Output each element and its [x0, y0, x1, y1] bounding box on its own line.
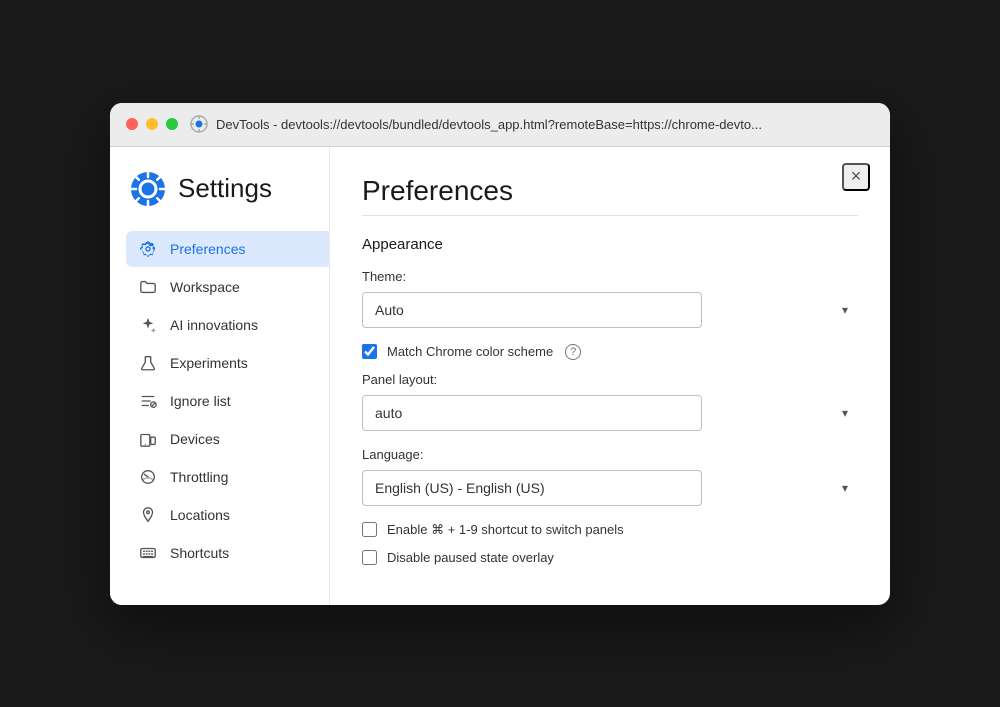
devtools-window: DevTools - devtools://devtools/bundled/d… — [110, 103, 890, 605]
disable-paused-checkbox[interactable] — [362, 550, 377, 565]
disable-paused-label: Disable paused state overlay — [387, 550, 554, 565]
panel-layout-select[interactable]: auto horizontal vertical — [362, 395, 702, 431]
match-chrome-label: Match Chrome color scheme — [387, 344, 553, 359]
disable-paused-overlay-row: Disable paused state overlay — [362, 550, 858, 565]
theme-select-arrow-icon: ▾ — [842, 303, 848, 317]
throttling-icon — [138, 467, 158, 487]
appearance-heading: Appearance — [362, 236, 858, 253]
flask-icon — [138, 353, 158, 373]
sidebar-item-ignore-list[interactable]: Ignore list — [126, 383, 329, 419]
sidebar-item-throttling[interactable]: Throttling — [126, 459, 329, 495]
ignore-icon — [138, 391, 158, 411]
appearance-section: Appearance Theme: Auto Light Dark System… — [362, 236, 858, 565]
sidebar-item-shortcuts[interactable]: Shortcuts — [126, 535, 329, 571]
close-traffic-light[interactable] — [126, 118, 138, 130]
keyboard-icon — [138, 543, 158, 563]
sidebar-item-devices-label: Devices — [170, 431, 220, 447]
settings-logo-icon — [130, 171, 166, 207]
panel-layout-arrow-icon: ▾ — [842, 406, 848, 420]
sidebar-item-workspace-label: Workspace — [170, 279, 240, 295]
shortcut-panels-row: Enable ⌘ + 1-9 shortcut to switch panels — [362, 522, 858, 538]
settings-title: Settings — [178, 173, 272, 204]
maximize-traffic-light[interactable] — [166, 118, 178, 130]
ai-icon — [138, 315, 158, 335]
theme-select[interactable]: Auto Light Dark System preference — [362, 292, 702, 328]
traffic-lights — [126, 118, 178, 130]
shortcut-panels-checkbox[interactable] — [362, 522, 377, 537]
theme-label: Theme: — [362, 269, 858, 284]
sidebar: Settings Preferences Workspa — [110, 147, 330, 605]
language-select[interactable]: English (US) - English (US) System prefe… — [362, 470, 702, 506]
match-chrome-checkbox[interactable] — [362, 344, 377, 359]
sidebar-item-locations[interactable]: Locations — [126, 497, 329, 533]
panel-layout-label: Panel layout: — [362, 372, 858, 387]
devtools-icon — [190, 115, 208, 133]
sidebar-item-workspace[interactable]: Workspace — [126, 269, 329, 305]
sidebar-item-ignore-label: Ignore list — [170, 393, 231, 409]
language-select-arrow-icon: ▾ — [842, 481, 848, 495]
sidebar-item-ai-innovations[interactable]: AI innovations — [126, 307, 329, 343]
gear-icon — [138, 239, 158, 259]
folder-icon — [138, 277, 158, 297]
close-button[interactable]: × — [842, 163, 870, 191]
match-chrome-help-icon[interactable]: ? — [565, 344, 581, 360]
sidebar-item-devices[interactable]: Devices — [126, 421, 329, 457]
sidebar-item-preferences[interactable]: Preferences — [126, 231, 329, 267]
sidebar-item-preferences-label: Preferences — [170, 241, 245, 257]
sidebar-item-experiments[interactable]: Experiments — [126, 345, 329, 381]
sidebar-item-locations-label: Locations — [170, 507, 230, 523]
sidebar-item-ai-label: AI innovations — [170, 317, 258, 333]
content-area: × Preferences Appearance Theme: Auto Lig… — [330, 147, 890, 605]
sidebar-item-experiments-label: Experiments — [170, 355, 248, 371]
section-divider — [362, 215, 858, 216]
language-select-wrapper: English (US) - English (US) System prefe… — [362, 470, 858, 506]
main-content: Settings Preferences Workspa — [110, 147, 890, 605]
location-icon — [138, 505, 158, 525]
content-title: Preferences — [362, 175, 858, 207]
shortcut-panels-label: Enable ⌘ + 1-9 shortcut to switch panels — [387, 522, 624, 538]
titlebar-title: DevTools - devtools://devtools/bundled/d… — [216, 117, 762, 132]
devices-icon — [138, 429, 158, 449]
language-label: Language: — [362, 447, 858, 462]
theme-select-wrapper: Auto Light Dark System preference ▾ — [362, 292, 858, 328]
panel-layout-select-wrapper: auto horizontal vertical ▾ — [362, 395, 858, 431]
match-chrome-color-row: Match Chrome color scheme ? — [362, 344, 858, 360]
sidebar-item-shortcuts-label: Shortcuts — [170, 545, 229, 561]
minimize-traffic-light[interactable] — [146, 118, 158, 130]
sidebar-item-throttling-label: Throttling — [170, 469, 228, 485]
settings-header: Settings — [126, 171, 329, 207]
titlebar: DevTools - devtools://devtools/bundled/d… — [110, 103, 890, 147]
